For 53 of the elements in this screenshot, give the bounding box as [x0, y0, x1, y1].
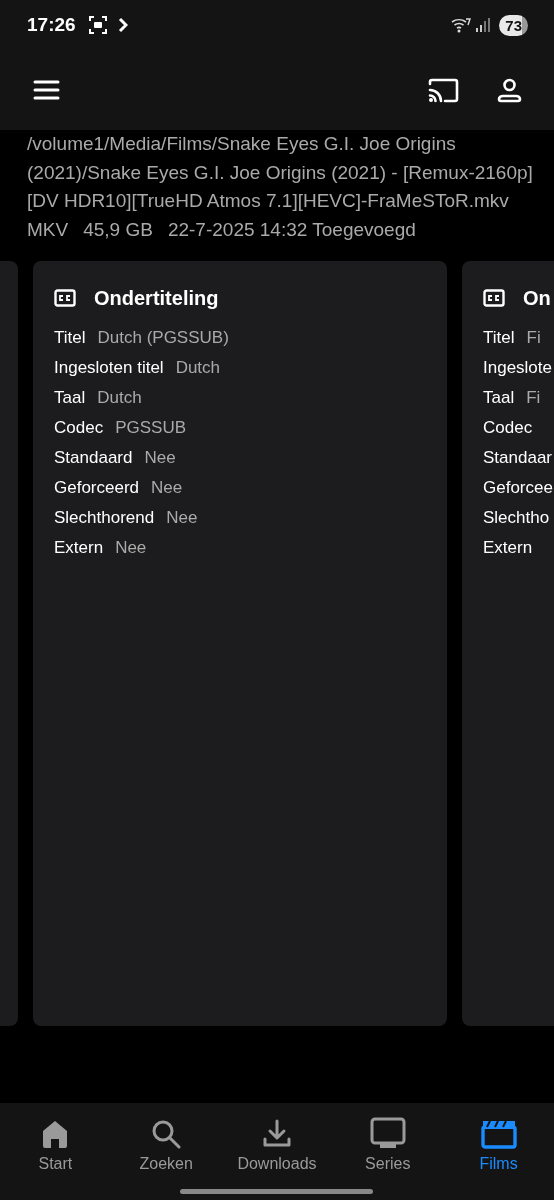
- field-value: Dutch: [97, 388, 142, 409]
- search-icon: [151, 1119, 182, 1149]
- file-size: 45,9 GB: [83, 217, 153, 242]
- field-label: Extern: [54, 538, 104, 559]
- field-label: Standaard: [54, 448, 133, 469]
- subtitles-icon: [483, 289, 505, 308]
- file-path: /volume1/Media/Films/Snake Eyes G.I. Joe Origins (2021)/Snake Eyes G.I. Joe Origins (2021) - [Remux-2160p][DV HDR10][TrueHD Atmos 7.1][HEVC]-FraMeSToR.mkv: [27, 132, 534, 214]
- nav-tab[interactable]: Downloads: [221, 1113, 333, 1173]
- field-value: Nee: [115, 538, 147, 559]
- tv-icon: [369, 1117, 406, 1149]
- field-value: Nee: [166, 508, 198, 529]
- field-label: Codec: [483, 418, 533, 439]
- field-label: Standaar: [483, 448, 552, 469]
- field-label: Taal: [483, 388, 515, 409]
- field-label: Geforceerd: [54, 478, 140, 499]
- field-value: PGSSUB: [115, 418, 186, 439]
- cast-icon[interactable]: [428, 77, 459, 103]
- chevron-icon: [117, 17, 128, 33]
- home-icon: [41, 1119, 70, 1149]
- field-label: Taal: [54, 388, 86, 409]
- field-label: Ingeslote: [483, 358, 552, 379]
- field-label: Codec: [54, 418, 104, 439]
- wifi-icon: [451, 16, 472, 34]
- field-value: Nee: [151, 478, 183, 499]
- nav-tab[interactable]: Start: [0, 1113, 111, 1173]
- subtitles-icon: [54, 289, 76, 308]
- clock: 17:26: [27, 14, 76, 36]
- battery-level: 73: [499, 14, 528, 36]
- field-label: Slechthorend: [54, 508, 155, 529]
- menu-icon[interactable]: [33, 80, 60, 100]
- field-label: Ingesloten titel: [54, 358, 164, 379]
- screenshot-icon: [87, 15, 108, 35]
- nav-tab[interactable]: Series: [332, 1113, 444, 1173]
- field-label: Geforcee: [483, 478, 553, 499]
- card-title: On: [523, 286, 551, 310]
- card-title: Ondertiteling: [94, 286, 219, 310]
- field-value: Dutch: [175, 358, 221, 379]
- field-value: Dutch (PGSSUB): [97, 328, 229, 349]
- date-added: 22-7-2025 14:32 Toegevoegd: [167, 217, 416, 242]
- field-value: Fi: [526, 328, 541, 349]
- file-container: MKV: [27, 215, 69, 245]
- download-icon: [263, 1119, 291, 1149]
- field-label: Titel: [483, 328, 515, 349]
- field-value: Nee: [144, 448, 176, 469]
- field-label: Titel: [54, 328, 86, 349]
- nav-tab[interactable]: Zoeken: [110, 1113, 222, 1173]
- nav-tab[interactable]: Films: [443, 1113, 554, 1173]
- field-value: Fi: [526, 388, 541, 409]
- field-label: Extern: [483, 538, 533, 559]
- clapperboard-icon: [480, 1119, 517, 1149]
- profile-icon[interactable]: [497, 77, 522, 103]
- signal-icon: [475, 17, 492, 33]
- field-label: Slechtho: [483, 508, 550, 529]
